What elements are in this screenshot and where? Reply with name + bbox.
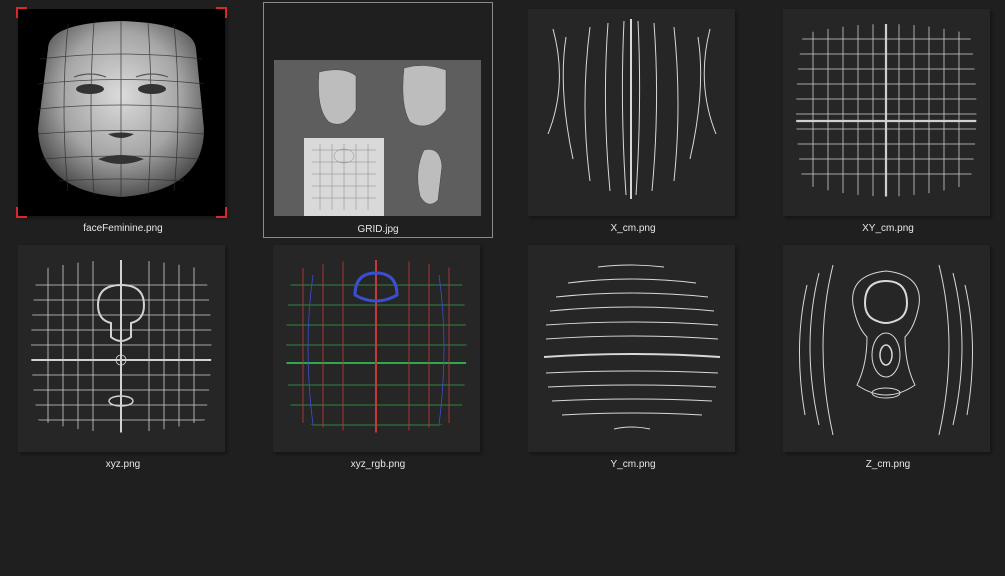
file-tile-xyz-rgb[interactable]: xyz_rgb.png (263, 238, 493, 474)
selection-corner (216, 207, 227, 218)
file-tile-facefeminine[interactable]: faceFeminine.png (8, 2, 238, 238)
xyz-rgb-thumbnail (273, 245, 480, 452)
file-tile-xyz[interactable]: xyz.png (8, 238, 238, 474)
file-name: Y_cm.png (610, 459, 656, 470)
x-lines-thumbnail (528, 9, 735, 216)
file-name: GRID.jpg (357, 224, 399, 235)
file-tile-y-cm[interactable]: Y_cm.png (518, 238, 748, 474)
xyz-grid-thumbnail (18, 245, 225, 452)
selection-corner (16, 7, 27, 18)
file-name: xyz_rgb.png (350, 459, 406, 470)
file-name: xyz.png (105, 459, 141, 470)
xy-grid-thumbnail (783, 9, 990, 216)
z-contours-thumbnail (783, 245, 990, 452)
file-tile-z-cm[interactable]: Z_cm.png (773, 238, 1003, 474)
selection-corner (16, 207, 27, 218)
file-name: X_cm.png (610, 223, 656, 234)
selection-corner (216, 7, 227, 18)
file-name: XY_cm.png (862, 223, 914, 234)
file-tile-xy-cm[interactable]: XY_cm.png (773, 2, 1003, 238)
file-name: Z_cm.png (865, 459, 911, 470)
file-tile-x-cm[interactable]: X_cm.png (518, 2, 748, 238)
y-lines-thumbnail (528, 245, 735, 452)
file-name: faceFeminine.png (83, 223, 163, 234)
face-render-thumbnail (18, 9, 225, 216)
grid-composite-thumbnail (274, 10, 481, 217)
file-tile-grid[interactable]: GRID.jpg (263, 2, 493, 238)
